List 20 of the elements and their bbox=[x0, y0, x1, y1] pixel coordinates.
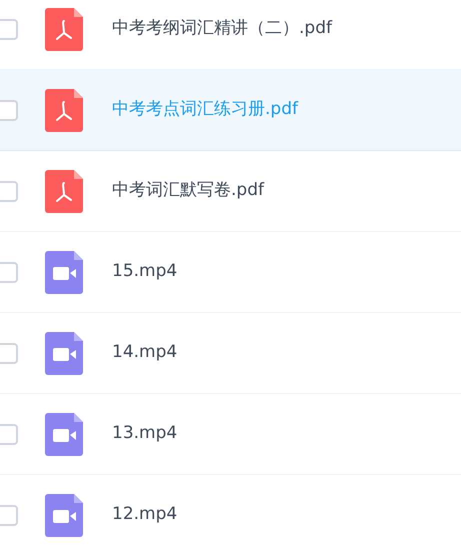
video-file-icon bbox=[45, 494, 83, 536]
file-name[interactable]: 15.mp4 bbox=[112, 259, 178, 285]
pdf-file-icon bbox=[45, 170, 83, 212]
video-file-icon bbox=[45, 412, 83, 456]
pdf-file-icon bbox=[45, 88, 83, 132]
video-file-icon bbox=[45, 250, 83, 294]
file-name[interactable]: 14.mp4 bbox=[112, 340, 178, 366]
checkbox[interactable] bbox=[0, 342, 18, 364]
file-name[interactable]: 13.mp4 bbox=[112, 421, 178, 447]
video-file-icon bbox=[45, 332, 83, 374]
checkbox[interactable] bbox=[0, 100, 18, 120]
checkbox[interactable] bbox=[0, 18, 18, 40]
checkbox[interactable] bbox=[0, 180, 18, 202]
pdf-file-icon bbox=[45, 8, 83, 50]
checkbox[interactable] bbox=[0, 262, 18, 282]
file-name[interactable]: 中考考纲词汇精讲（二）.pdf bbox=[112, 16, 332, 42]
file-name[interactable]: 中考词汇默写卷.pdf bbox=[112, 178, 264, 204]
checkbox[interactable] bbox=[0, 424, 18, 444]
checkbox[interactable] bbox=[0, 504, 18, 526]
file-name[interactable]: 12.mp4 bbox=[112, 502, 178, 528]
